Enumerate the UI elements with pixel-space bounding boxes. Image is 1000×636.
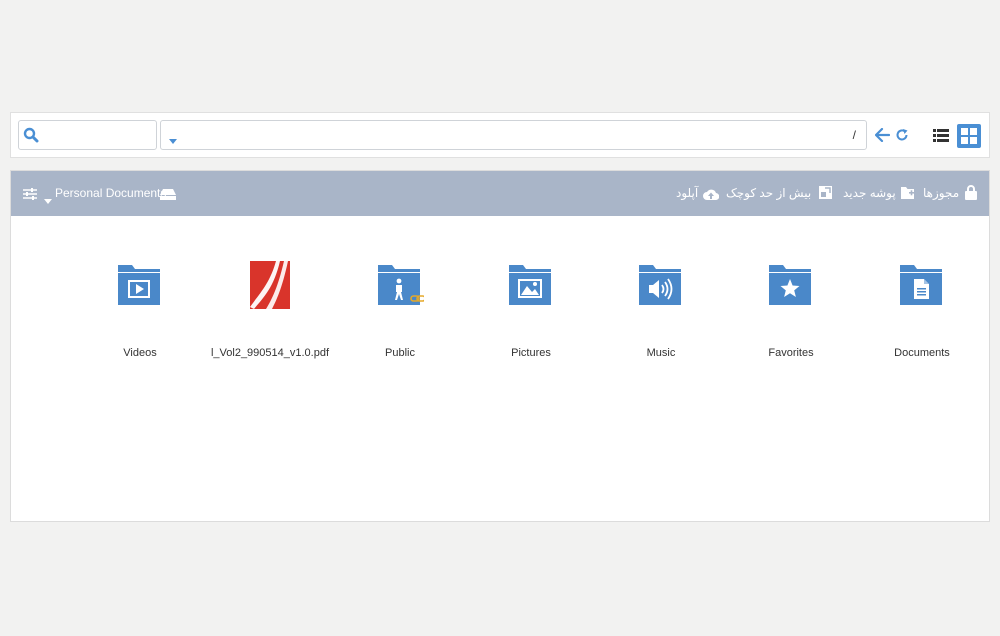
folder-video-icon	[118, 265, 160, 305]
settings-sliders-icon[interactable]	[23, 187, 37, 205]
lock-icon[interactable]	[965, 185, 977, 205]
location-label[interactable]: Personal Documents	[55, 186, 166, 200]
upload-button[interactable]: آپلود	[676, 186, 698, 200]
path-text: /	[852, 128, 856, 142]
list-view-icon[interactable]	[933, 129, 949, 147]
new-folder-button[interactable]: پوشه جدید	[843, 186, 896, 200]
file-name: Documents	[894, 347, 950, 359]
folder-public-icon	[378, 265, 424, 305]
search-icon[interactable]	[23, 127, 39, 148]
file-name: Favorites	[768, 347, 814, 359]
caret-down-icon[interactable]	[169, 132, 177, 150]
file-name: Pictures	[511, 347, 551, 359]
panel-header: Personal Documents مجوزها پوشه جدید بیش …	[11, 171, 989, 216]
thumbnail-icon[interactable]	[819, 186, 832, 204]
search-input[interactable]	[43, 125, 155, 147]
caret-down-icon[interactable]	[44, 191, 52, 209]
file-name: l_Vol2_990514_v1.0.pdf	[210, 347, 330, 359]
toolbar: /	[10, 112, 990, 158]
new-folder-icon[interactable]	[901, 186, 916, 204]
file-name: Public	[385, 347, 415, 359]
refresh-icon[interactable]	[895, 128, 909, 147]
upload-cloud-icon[interactable]	[703, 187, 720, 205]
file-browser-panel: Personal Documents مجوزها پوشه جدید بیش …	[10, 170, 990, 522]
folder-documents-icon	[900, 265, 942, 305]
back-arrow-icon[interactable]	[874, 127, 891, 147]
search-box[interactable]	[18, 120, 157, 150]
permissions-button[interactable]: مجوزها	[923, 186, 959, 200]
grid-view-button[interactable]	[957, 124, 981, 148]
grid-view-icon	[961, 128, 977, 144]
file-name: Music	[646, 347, 676, 359]
folder-music-icon	[639, 265, 681, 305]
folder-pictures-icon	[509, 265, 551, 305]
pdf-file-icon	[250, 261, 290, 309]
path-input[interactable]: /	[160, 120, 867, 150]
drive-icon	[160, 187, 176, 205]
folder-favorites-icon	[769, 265, 811, 305]
thumbnails-button[interactable]: بیش از حد کوچک	[726, 186, 811, 200]
file-name: Videos	[123, 347, 157, 359]
